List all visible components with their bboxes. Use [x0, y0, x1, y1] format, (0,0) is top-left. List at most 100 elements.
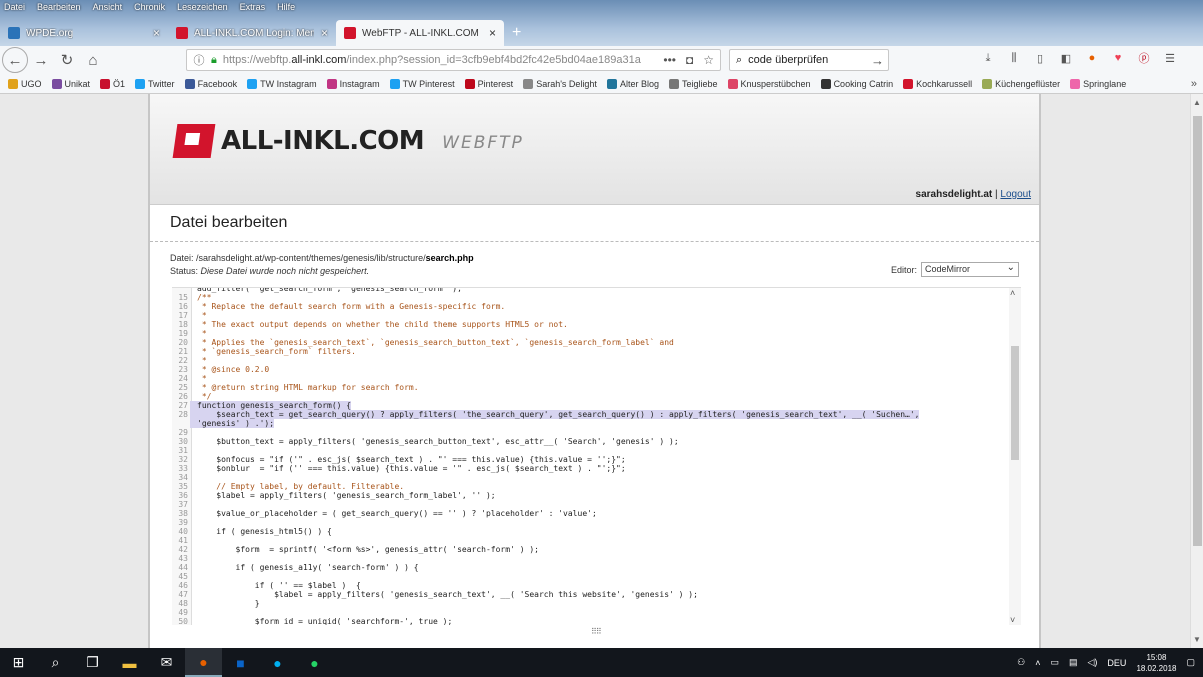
code-line[interactable]: 39 — [172, 518, 1007, 527]
home-button[interactable]: ⌂ — [80, 47, 106, 73]
notifications-icon[interactable]: ▢ — [1186, 657, 1195, 668]
bookmark-item[interactable]: Teigliebe — [668, 78, 718, 89]
browser-tab[interactable]: WebFTP - ALL-INKL.COM × — [336, 20, 504, 46]
language-indicator[interactable]: DEU — [1107, 658, 1126, 668]
task-view-icon[interactable]: ❐ — [74, 648, 111, 677]
scroll-up-icon[interactable]: ˄ — [1010, 288, 1015, 298]
people-icon[interactable]: ⚇ — [1017, 657, 1025, 668]
volume-icon[interactable]: ◁) — [1088, 657, 1098, 668]
code-line[interactable]: 18 * The exact output depends on whether… — [172, 320, 1007, 329]
bookmark-item[interactable]: Twitter — [135, 78, 175, 89]
search-go-icon[interactable]: → — [871, 53, 884, 68]
bookmark-item[interactable]: Facebook — [184, 78, 237, 89]
scroll-down-icon[interactable]: ˅ — [1010, 615, 1015, 625]
code-line[interactable]: 19 * — [172, 329, 1007, 338]
code-line[interactable]: 'genesis' ) .'); — [172, 419, 1007, 428]
code-line[interactable]: 16 * Replace the default search form wit… — [172, 302, 1007, 311]
bookmark-item[interactable]: Knusperstübchen — [727, 78, 811, 89]
search-bar[interactable]: ⌕ → — [729, 49, 889, 71]
url-bar[interactable]: ⓘ 🔒︎ https://webftp.all-inkl.com/index.p… — [186, 49, 721, 71]
pinterest-icon[interactable]: ⓟ — [1136, 50, 1152, 66]
menu-item[interactable]: Chronik — [134, 0, 165, 14]
bookmark-item[interactable]: Instagram — [326, 78, 380, 89]
file-explorer-icon[interactable]: ▬ — [111, 648, 148, 677]
editor-select[interactable]: CodeMirror — [921, 261, 1019, 277]
menu-item[interactable]: Extras — [240, 0, 266, 14]
reload-button[interactable]: ↻ — [54, 47, 80, 73]
forward-button[interactable]: → — [28, 47, 54, 73]
code-line[interactable]: 46 if ( '' == $label ) { — [172, 581, 1007, 590]
back-button[interactable]: ← — [2, 47, 28, 73]
library-icon[interactable]: ⫼ — [1006, 50, 1022, 66]
code-line[interactable]: 31 — [172, 446, 1007, 455]
code-line[interactable]: 37 — [172, 500, 1007, 509]
page-scroll-thumb[interactable] — [1193, 116, 1202, 546]
code-line[interactable]: 30 $button_text = apply_filters( 'genesi… — [172, 437, 1007, 446]
editor-scrollbar[interactable]: ˄ ˅ — [1009, 288, 1021, 625]
code-line[interactable]: 23 * @since 0.2.0 — [172, 365, 1007, 374]
code-line[interactable]: 21 * `genesis_search_form` filters. — [172, 347, 1007, 356]
page-scroll-down-icon[interactable]: ▼ — [1193, 635, 1201, 644]
browser-tab[interactable]: WPDE.org × — [0, 20, 168, 46]
code-line[interactable]: 28 $search_text = get_search_query() ? a… — [172, 410, 1007, 419]
code-line[interactable]: 49 — [172, 608, 1007, 617]
menu-item[interactable]: Ansicht — [93, 0, 123, 14]
menu-icon[interactable]: ☰ — [1162, 50, 1178, 66]
bookmark-item[interactable]: Küchengeflüster — [982, 78, 1060, 89]
info-icon[interactable]: ⓘ — [193, 47, 205, 73]
code-line[interactable]: 36 $label = apply_filters( 'genesis_sear… — [172, 491, 1007, 500]
sidebar-icon[interactable]: ▯ — [1032, 50, 1048, 66]
code-line[interactable]: 29 — [172, 428, 1007, 437]
code-line[interactable]: 24 * — [172, 374, 1007, 383]
bookmark-item[interactable]: Sarah's Delight — [523, 78, 597, 89]
firefox-taskbar-icon[interactable]: ● — [185, 648, 222, 677]
search-input[interactable] — [748, 54, 859, 66]
skype-icon[interactable]: ● — [259, 648, 296, 677]
more-bookmarks-icon[interactable]: » — [1191, 78, 1197, 90]
logout-link[interactable]: Logout — [1000, 189, 1031, 200]
code-editor[interactable]: add_filter( 'get_search_form', 'genesis_… — [172, 287, 1021, 625]
whatsapp-icon[interactable]: ● — [296, 648, 333, 677]
page-actions-icon[interactable]: ••• — [663, 53, 676, 67]
outlook-icon[interactable]: ■ — [222, 648, 259, 677]
menu-item[interactable]: Datei — [4, 0, 25, 14]
mail-icon[interactable]: ✉ — [148, 648, 185, 677]
bookmark-item[interactable]: Springlane — [1070, 78, 1126, 89]
code-line[interactable]: 17 * — [172, 311, 1007, 320]
code-line[interactable]: 15 /** — [172, 293, 1007, 302]
menu-item[interactable]: Lesezeichen — [177, 0, 228, 14]
editor-scroll-thumb[interactable] — [1011, 346, 1019, 460]
close-tab-icon[interactable]: × — [153, 26, 160, 40]
code-line[interactable]: 40 if ( genesis_html5() ) { — [172, 527, 1007, 536]
page-scrollbar[interactable]: ▲ ▼ — [1190, 94, 1203, 648]
clock[interactable]: 15:08 18.02.2018 — [1136, 652, 1176, 674]
code-line[interactable]: 22 * — [172, 356, 1007, 365]
code-line[interactable]: 33 $onblur = "if ('' === this.value) {th… — [172, 464, 1007, 473]
new-tab-icon[interactable]: + — [504, 20, 529, 46]
bookmark-item[interactable]: TW Pinterest — [389, 78, 455, 89]
bookmark-item[interactable]: Cooking Catrin — [820, 78, 893, 89]
bookmark-item[interactable]: Unikat — [51, 78, 90, 89]
bookmark-item[interactable]: UGO — [8, 78, 42, 89]
close-tab-icon[interactable]: × — [489, 26, 496, 40]
start-icon[interactable]: ⊞ — [0, 648, 37, 677]
bookmark-star-icon[interactable]: ☆ — [703, 53, 714, 67]
bookmark-item[interactable]: Ö1 — [100, 78, 125, 89]
battery-icon[interactable]: ▭ — [1050, 657, 1059, 668]
code-line[interactable]: 20 * Applies the `genesis_search_text`, … — [172, 338, 1007, 347]
code-line[interactable]: 26 */ — [172, 392, 1007, 401]
code-lines[interactable]: add_filter( 'get_search_form', 'genesis_… — [172, 288, 1007, 625]
download-icon[interactable]: ⤓ — [980, 50, 996, 66]
pocket-icon[interactable]: ◘ — [686, 53, 693, 67]
code-line[interactable]: 25 * @return string HTML markup for sear… — [172, 383, 1007, 392]
code-line[interactable]: 44 if ( genesis_a11y( 'search-form' ) ) … — [172, 563, 1007, 572]
bookmark-item[interactable]: Pinterest — [464, 78, 513, 89]
menu-item[interactable]: Bearbeiten — [37, 0, 81, 14]
code-line[interactable]: 38 $value_or_placeholder = ( get_search_… — [172, 509, 1007, 518]
search-taskbar-icon[interactable]: ⌕ — [37, 648, 74, 677]
firefox-icon[interactable]: ● — [1084, 50, 1100, 66]
code-line[interactable]: 50 $form_id = uniqid( 'searchform-', tru… — [172, 617, 1007, 625]
bookmark-item[interactable]: Alter Blog — [606, 78, 659, 89]
code-line[interactable]: 42 $form = sprintf( '<form %s>', genesis… — [172, 545, 1007, 554]
menu-item[interactable]: Hilfe — [277, 0, 295, 14]
